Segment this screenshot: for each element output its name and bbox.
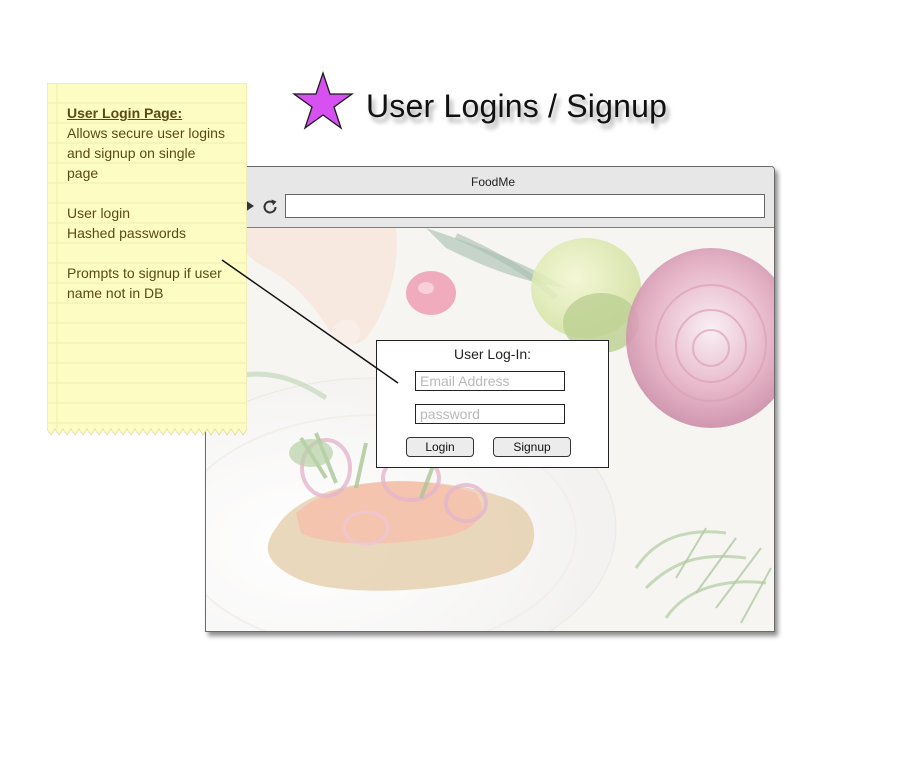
sticky-note-title: User Login Page:: [67, 105, 183, 121]
star-icon: [291, 70, 355, 130]
address-bar[interactable]: [285, 194, 765, 218]
reload-icon[interactable]: [261, 198, 279, 216]
sticky-note-line: Allows secure user logins: [67, 125, 225, 141]
signup-button[interactable]: Signup: [493, 437, 571, 457]
login-button[interactable]: Login: [406, 437, 474, 457]
sticky-note: User Login Page: Allows secure user logi…: [47, 83, 247, 436]
login-heading: User Log-In:: [453, 346, 532, 362]
sticky-note-line: User login: [67, 205, 131, 221]
sticky-note-gap: [67, 243, 245, 263]
browser-chrome: FoodMe: [206, 167, 774, 228]
sticky-note-text: User Login Page: Allows secure user logi…: [67, 103, 245, 303]
login-panel: User Log-In: Login Signup: [376, 340, 609, 468]
sticky-note-gap: [67, 183, 245, 203]
sticky-note-line: name not in DB: [67, 285, 164, 301]
page-title: User Logins / Signup: [366, 88, 668, 124]
sticky-note-line: page: [67, 165, 99, 181]
sticky-note-line: Prompts to signup if user: [67, 265, 222, 281]
email-input[interactable]: [415, 371, 565, 391]
sticky-note-line: Hashed passwords: [67, 225, 187, 241]
sticky-note-line: and signup on single: [67, 145, 196, 161]
password-input[interactable]: [415, 404, 565, 424]
window-title: FoodMe: [470, 175, 516, 189]
browser-window: FoodMe User Log-In: Email Address Login …: [205, 166, 775, 632]
